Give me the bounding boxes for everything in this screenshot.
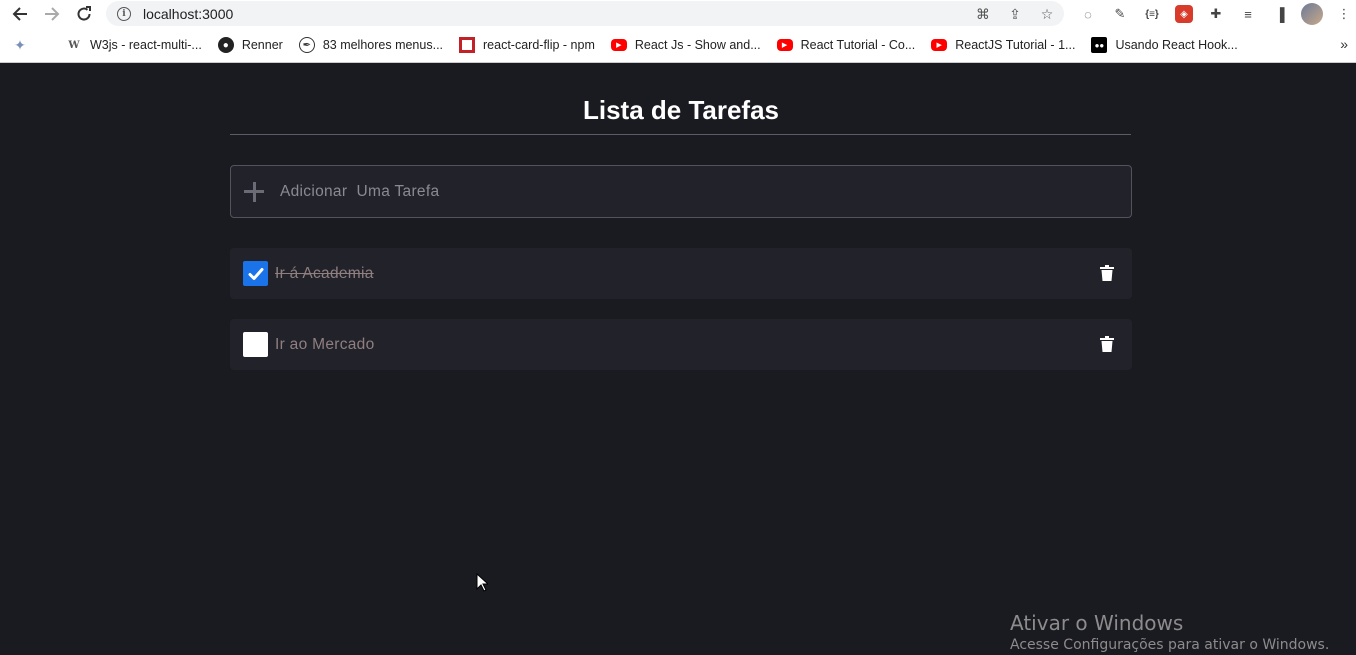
extension-json-icon[interactable]: {≡}	[1140, 2, 1164, 26]
bookmark-label: React Tutorial - Co...	[800, 38, 916, 52]
mouse-cursor-icon	[476, 573, 488, 592]
todo-app: Lista de Tarefas Ir á Academia Ir ao Mer…	[230, 64, 1132, 370]
profile-avatar[interactable]	[1300, 2, 1324, 26]
task-checkbox[interactable]	[243, 332, 268, 357]
share-icon[interactable]: ⇪	[1006, 5, 1024, 23]
arrow-left-icon	[12, 7, 27, 21]
title-divider	[230, 134, 1131, 135]
side-panel-icon[interactable]: ▐	[1268, 2, 1292, 26]
address-bar[interactable]: i localhost:3000 ⌘ ⇪ ☆	[106, 1, 1064, 26]
bookmark-label: react-card-flip - npm	[483, 38, 595, 52]
globe-icon: ●	[217, 37, 234, 53]
bookmark-item[interactable]: ● Renner	[217, 37, 283, 53]
watermark-title: Ativar o Windows	[1010, 611, 1184, 635]
add-task-input[interactable]	[280, 182, 1100, 201]
delete-task-button[interactable]	[1100, 265, 1114, 281]
site-info-icon[interactable]: i	[117, 6, 131, 21]
reload-button[interactable]	[68, 0, 100, 28]
reading-list-icon[interactable]: ≡	[1236, 2, 1260, 26]
back-button[interactable]	[4, 0, 36, 28]
forward-button[interactable]	[36, 0, 68, 28]
address-url[interactable]: localhost:3000	[143, 6, 233, 22]
task-checkbox[interactable]	[243, 261, 268, 286]
trash-icon	[1100, 265, 1114, 281]
bookmark-star-icon[interactable]: ☆	[1038, 5, 1056, 23]
bookmark-label: W3js - react-multi-...	[90, 38, 202, 52]
plus-icon[interactable]	[244, 181, 264, 202]
delete-task-button[interactable]	[1100, 336, 1114, 352]
trash-icon	[1100, 336, 1114, 352]
bookmark-item[interactable]: ▶ ReactJS Tutorial - 1...	[931, 38, 1075, 52]
bookmark-label: Usando React Hook...	[1115, 38, 1238, 52]
bookmark-label: Renner	[241, 38, 283, 52]
youtube-icon: ▶	[776, 39, 793, 51]
bookmarks-bar: ✦ W W3js - react-multi-... ● Renner ✒ 83…	[0, 28, 1356, 63]
youtube-icon: ▶	[610, 39, 627, 51]
arrow-right-icon	[45, 7, 60, 21]
w3-icon: W	[68, 39, 80, 51]
extension-spinner-icon[interactable]: ◌	[1076, 2, 1100, 26]
omnibox-actions: ⌘ ⇪ ☆	[974, 5, 1056, 23]
bookmark-label: ReactJS Tutorial - 1...	[955, 38, 1076, 52]
extensions-puzzle-icon[interactable]: ✚	[1204, 2, 1228, 26]
npm-icon	[459, 37, 476, 53]
bookmark-item[interactable]: react-card-flip - npm	[459, 37, 595, 53]
bookmark-item[interactable]: ●● Usando React Hook...	[1091, 37, 1238, 53]
bookmark-label: React Js - Show and...	[634, 38, 761, 52]
extension-eyedropper-icon[interactable]: ✎	[1108, 2, 1132, 26]
reload-icon	[77, 6, 91, 21]
bookmark-apps[interactable]: ✦	[12, 37, 36, 53]
extensions-bar: ◌ ✎ {≡} ◈ ✚ ≡ ▐ ⋮	[1076, 2, 1356, 26]
page-title: Lista de Tarefas	[582, 95, 780, 125]
task-label: Ir ao Mercado	[275, 335, 375, 353]
windows-activation-watermark: Ativar o Windows Acesse Configurações pa…	[1010, 611, 1329, 653]
medium-icon: ●●	[1091, 37, 1108, 53]
browser-toolbar: i localhost:3000 ⌘ ⇪ ☆ ◌ ✎ {≡} ◈ ✚ ≡ ▐ ⋮	[0, 0, 1356, 28]
youtube-icon: ▶	[931, 39, 948, 51]
bookmark-item[interactable]: ▶ React Tutorial - Co...	[776, 38, 916, 52]
apps-star-icon: ✦	[14, 36, 26, 53]
bookmark-label: 83 melhores menus...	[322, 38, 444, 52]
bookmarks-overflow-icon[interactable]: »	[1340, 36, 1348, 52]
add-task-box[interactable]	[230, 165, 1132, 218]
task-item: Ir á Academia	[230, 248, 1132, 299]
task-label: Ir á Academia	[275, 264, 374, 282]
task-item: Ir ao Mercado	[230, 319, 1132, 370]
bookmark-item[interactable]: ▶ React Js - Show and...	[610, 38, 761, 52]
bookmark-item[interactable]: ✒ 83 melhores menus...	[298, 37, 444, 53]
bookmark-item[interactable]: W W3js - react-multi-...	[66, 37, 202, 53]
feather-icon: ✒	[298, 37, 315, 53]
checkmark-icon	[248, 267, 263, 280]
extension-red-icon[interactable]: ◈	[1175, 5, 1193, 23]
menu-kebab-icon[interactable]: ⋮	[1332, 2, 1356, 26]
translate-icon[interactable]: ⌘	[974, 5, 992, 23]
watermark-subtitle: Acesse Configurações para ativar o Windo…	[1010, 637, 1330, 653]
